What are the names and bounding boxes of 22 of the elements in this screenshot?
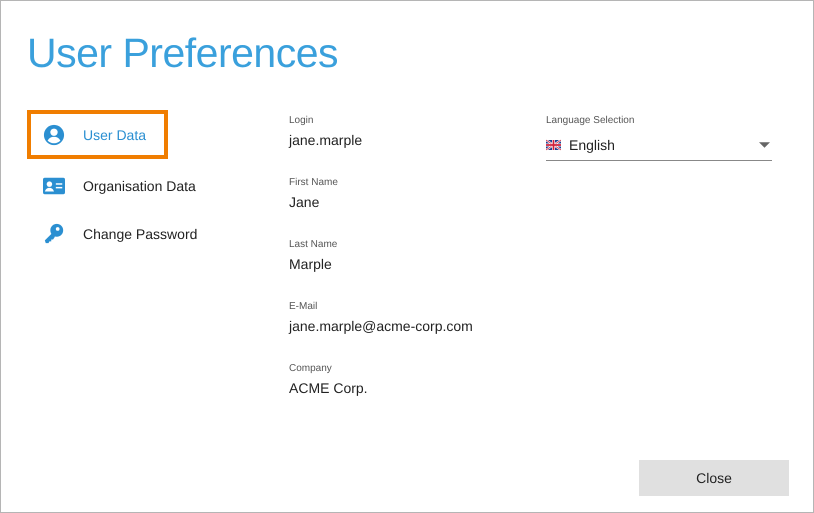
- key-icon: [43, 223, 65, 245]
- field-label: E-Mail: [289, 301, 318, 312]
- field-value: ACME Corp.: [289, 380, 369, 396]
- dialog-title: User Preferences: [27, 29, 340, 78]
- sidebar-item[interactable]: Organisation Data: [27, 166, 200, 206]
- field-value: Marple: [289, 256, 333, 272]
- sidebar-item[interactable]: Change Password: [27, 214, 202, 254]
- user-icon: [43, 124, 65, 146]
- close-button[interactable]: Close: [639, 460, 789, 496]
- language-select[interactable]: English: [546, 132, 772, 161]
- field-value: jane.marple@acme-corp.com: [289, 318, 474, 334]
- field-label: Language Selection: [546, 115, 636, 126]
- field-label: Company: [289, 363, 333, 374]
- sidebar-item[interactable]: User Data: [27, 110, 168, 159]
- field-label: Last Name: [289, 239, 338, 250]
- field-label: Login: [289, 115, 314, 126]
- id-card-icon: [43, 175, 65, 197]
- field-label: First Name: [289, 177, 339, 188]
- flag-icon: [546, 139, 561, 151]
- field-value: Jane: [289, 194, 320, 210]
- caret-icon: [759, 142, 770, 148]
- field-value: jane.marple: [289, 132, 364, 148]
